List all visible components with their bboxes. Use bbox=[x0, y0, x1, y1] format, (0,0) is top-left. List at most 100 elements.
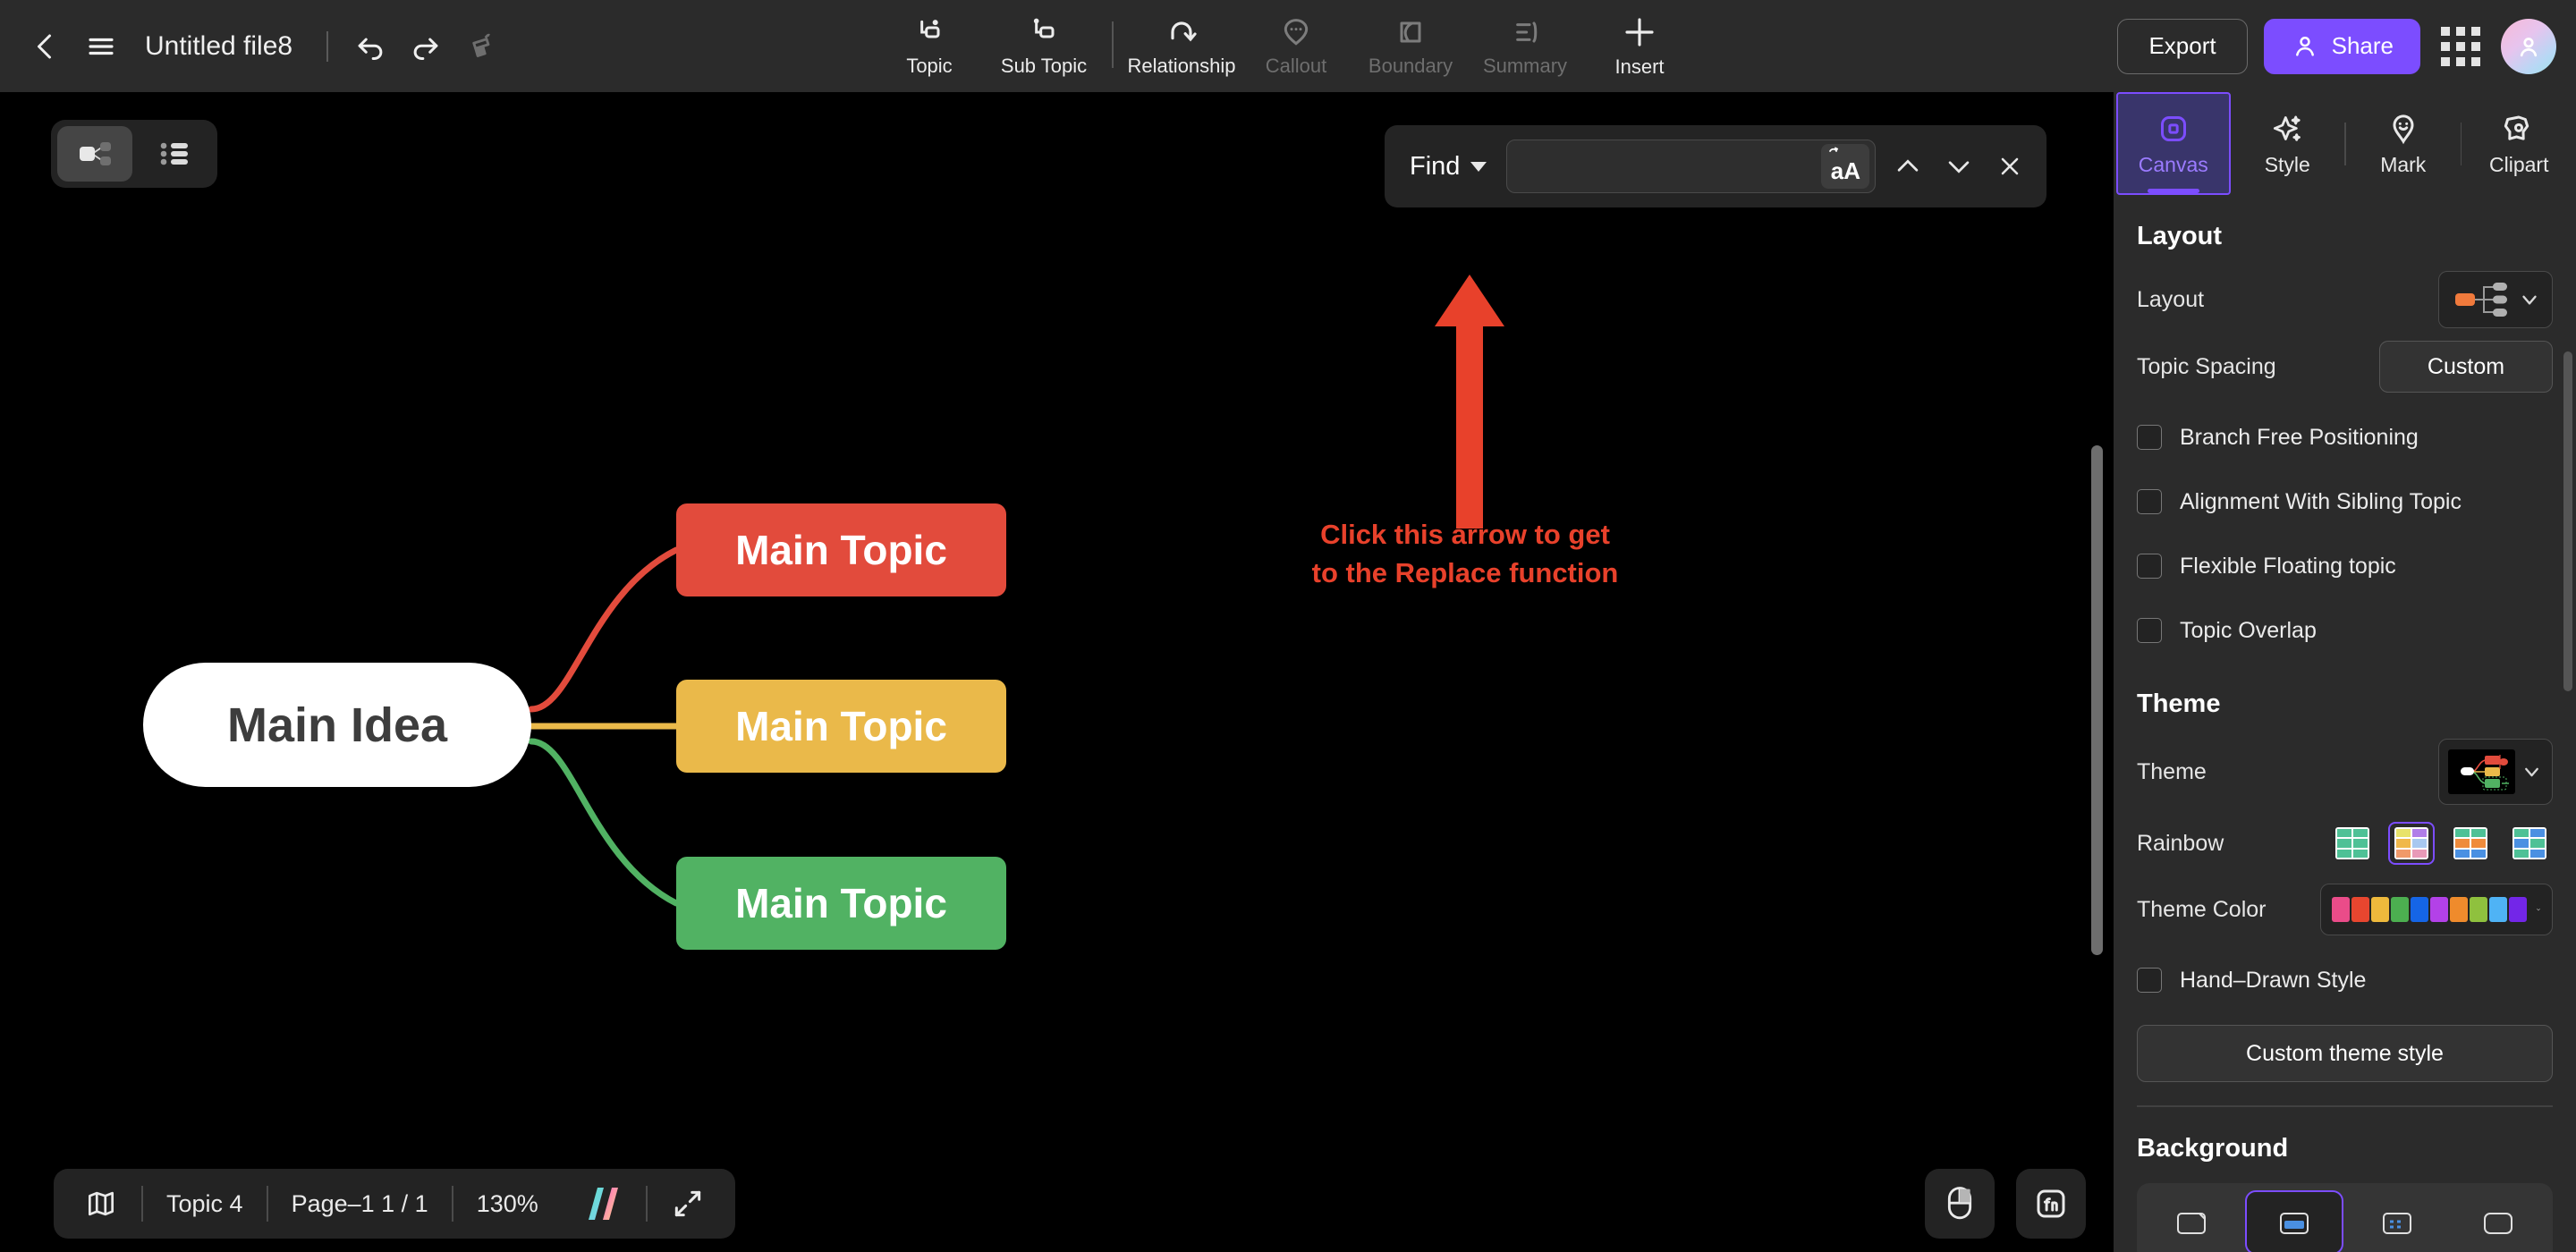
mindmap-topic-node[interactable]: Main Topic bbox=[676, 503, 1006, 596]
bg-image-option[interactable] bbox=[2144, 1190, 2238, 1252]
search-input[interactable] bbox=[1521, 152, 1822, 181]
tool-sub-topic[interactable]: Sub Topic bbox=[987, 0, 1101, 92]
bg-pattern-option[interactable] bbox=[2351, 1190, 2445, 1252]
topic-spacing-row: Topic Spacing Custom bbox=[2137, 339, 2553, 394]
theme-selector[interactable] bbox=[2438, 739, 2553, 805]
mindmap-topic-node[interactable]: Main Topic bbox=[676, 680, 1006, 773]
rainbow-row: Rainbow bbox=[2137, 816, 2553, 871]
format-painter-button[interactable] bbox=[453, 19, 509, 74]
tool-topic[interactable]: Topic bbox=[872, 0, 987, 92]
chevron-left-icon bbox=[38, 34, 51, 58]
tool-insert[interactable]: Insert bbox=[1582, 0, 1697, 92]
rainbow-swatch bbox=[2512, 827, 2546, 859]
app-root: Untitled file8 Topic Sub Topic Relations… bbox=[0, 0, 2576, 1252]
export-button[interactable]: Export bbox=[2117, 18, 2248, 74]
bg-color-option[interactable] bbox=[2245, 1190, 2343, 1252]
mindmap-canvas[interactable]: Main Idea Main Topic Main Topic Main Top… bbox=[0, 92, 2114, 1252]
custom-theme-style-button[interactable]: Custom theme style bbox=[2137, 1025, 2553, 1082]
find-previous-button[interactable] bbox=[1888, 145, 1927, 188]
redo-button[interactable] bbox=[398, 19, 453, 74]
topic-icon bbox=[920, 20, 940, 38]
back-button[interactable] bbox=[18, 19, 73, 74]
theme-color-swatches bbox=[2332, 897, 2527, 922]
zoom-level[interactable]: 130% bbox=[453, 1169, 562, 1239]
undo-button[interactable] bbox=[343, 19, 398, 74]
tool-relationship[interactable]: Relationship bbox=[1124, 0, 1239, 92]
tool-label: Insert bbox=[1614, 55, 1665, 78]
share-button[interactable]: Share bbox=[2263, 18, 2420, 74]
mindmap-topic-node[interactable]: Main Topic bbox=[676, 857, 1006, 950]
rainbow-option-3[interactable] bbox=[2447, 822, 2494, 865]
checkbox-branch-free-positioning[interactable]: Branch Free Positioning bbox=[2137, 405, 2553, 470]
find-bar: Find aA bbox=[1385, 125, 2046, 207]
bg-none-option[interactable] bbox=[2452, 1190, 2546, 1252]
callout-icon bbox=[1284, 19, 1309, 46]
tool-callout[interactable]: Callout bbox=[1239, 0, 1353, 92]
panel-vertical-scrollbar[interactable] bbox=[2563, 351, 2572, 691]
tab-mark[interactable]: Mark bbox=[2346, 92, 2461, 195]
rainbow-options bbox=[2329, 822, 2553, 865]
bg-pattern-icon bbox=[2383, 1213, 2412, 1234]
match-case-button[interactable]: aA bbox=[1821, 144, 1870, 189]
page-indicator[interactable]: Page–1 1 / 1 bbox=[268, 1169, 452, 1239]
mindmap-icon bbox=[80, 142, 111, 165]
mindmap-view-button[interactable] bbox=[57, 126, 132, 182]
theme-color-selector[interactable] bbox=[2320, 884, 2553, 935]
layout-selector[interactable] bbox=[2438, 271, 2553, 328]
mouse-mode-button[interactable] bbox=[1925, 1169, 1995, 1239]
checkbox-topic-overlap[interactable]: Topic Overlap bbox=[2137, 598, 2553, 663]
outline-list-icon bbox=[160, 142, 188, 165]
rainbow-option-2[interactable] bbox=[2388, 822, 2435, 865]
rainbow-option-1[interactable] bbox=[2329, 822, 2376, 865]
person-icon bbox=[2295, 36, 2314, 56]
header-divider bbox=[326, 30, 329, 62]
canvas-vertical-scrollbar[interactable] bbox=[2091, 445, 2103, 955]
checkbox-label: Branch Free Positioning bbox=[2180, 424, 2419, 450]
tab-clipart[interactable]: Clipart bbox=[2462, 92, 2576, 195]
find-close-button[interactable] bbox=[1990, 145, 2029, 188]
up-arrow-annotation bbox=[1435, 275, 1504, 529]
hamburger-menu-icon bbox=[89, 38, 114, 55]
checkbox-box bbox=[2137, 968, 2162, 993]
mindmap-center-node[interactable]: Main Idea bbox=[143, 663, 531, 787]
background-section: Background bbox=[2114, 1134, 2576, 1252]
theme-row: Theme bbox=[2137, 739, 2553, 805]
theme-section-title: Theme bbox=[2137, 689, 2221, 718]
theme-section: Theme Theme Rainbow Theme Color Hand–Dra… bbox=[2114, 689, 2576, 1107]
tool-label: Sub Topic bbox=[1000, 55, 1088, 77]
map-overview-icon bbox=[88, 1191, 114, 1216]
sub-topic-icon bbox=[1033, 18, 1055, 38]
topic-spacing-button[interactable]: Custom bbox=[2379, 341, 2553, 393]
theme-color-label: Theme Color bbox=[2137, 896, 2267, 922]
tool-summary[interactable]: Summary bbox=[1468, 0, 1582, 92]
tool-label: Summary bbox=[1482, 55, 1568, 77]
bg-color-icon bbox=[2279, 1213, 2309, 1234]
avatar[interactable] bbox=[2501, 18, 2556, 74]
find-mode-dropdown[interactable]: Find bbox=[1402, 147, 1494, 187]
tab-style[interactable]: Style bbox=[2231, 92, 2345, 195]
brand-logo-button[interactable] bbox=[562, 1169, 646, 1239]
tool-boundary[interactable]: Boundary bbox=[1353, 0, 1468, 92]
map-overview-button[interactable] bbox=[61, 1169, 141, 1239]
sparkle-icon bbox=[2274, 115, 2301, 141]
chevron-down-icon bbox=[2525, 767, 2538, 777]
checkbox-flexible-floating-topic[interactable]: Flexible Floating topic bbox=[2137, 534, 2553, 598]
user-avatar-icon bbox=[2520, 37, 2538, 56]
fn-key-icon bbox=[2037, 1189, 2065, 1218]
top-header: Untitled file8 Topic Sub Topic Relations… bbox=[0, 0, 2576, 92]
menu-button[interactable] bbox=[73, 19, 129, 74]
rainbow-option-4[interactable] bbox=[2506, 822, 2553, 865]
document-title[interactable]: Untitled file8 bbox=[145, 31, 292, 62]
topic-count[interactable]: Topic 4 bbox=[143, 1169, 267, 1239]
fullscreen-button[interactable] bbox=[648, 1169, 728, 1239]
checkbox-hand-drawn-style[interactable]: Hand–Drawn Style bbox=[2137, 948, 2553, 1012]
app-grid-icon[interactable] bbox=[2436, 22, 2485, 71]
outline-view-button[interactable] bbox=[136, 126, 211, 182]
find-next-button[interactable] bbox=[1939, 145, 1978, 188]
tab-canvas[interactable]: Canvas bbox=[2116, 92, 2231, 195]
share-label: Share bbox=[2331, 32, 2394, 59]
checkbox-alignment-with-sibling-topic[interactable]: Alignment With Sibling Topic bbox=[2137, 470, 2553, 534]
fn-key-button[interactable] bbox=[2016, 1169, 2086, 1239]
view-mode-toggle bbox=[51, 120, 217, 188]
caret-down-icon bbox=[1470, 161, 1487, 172]
